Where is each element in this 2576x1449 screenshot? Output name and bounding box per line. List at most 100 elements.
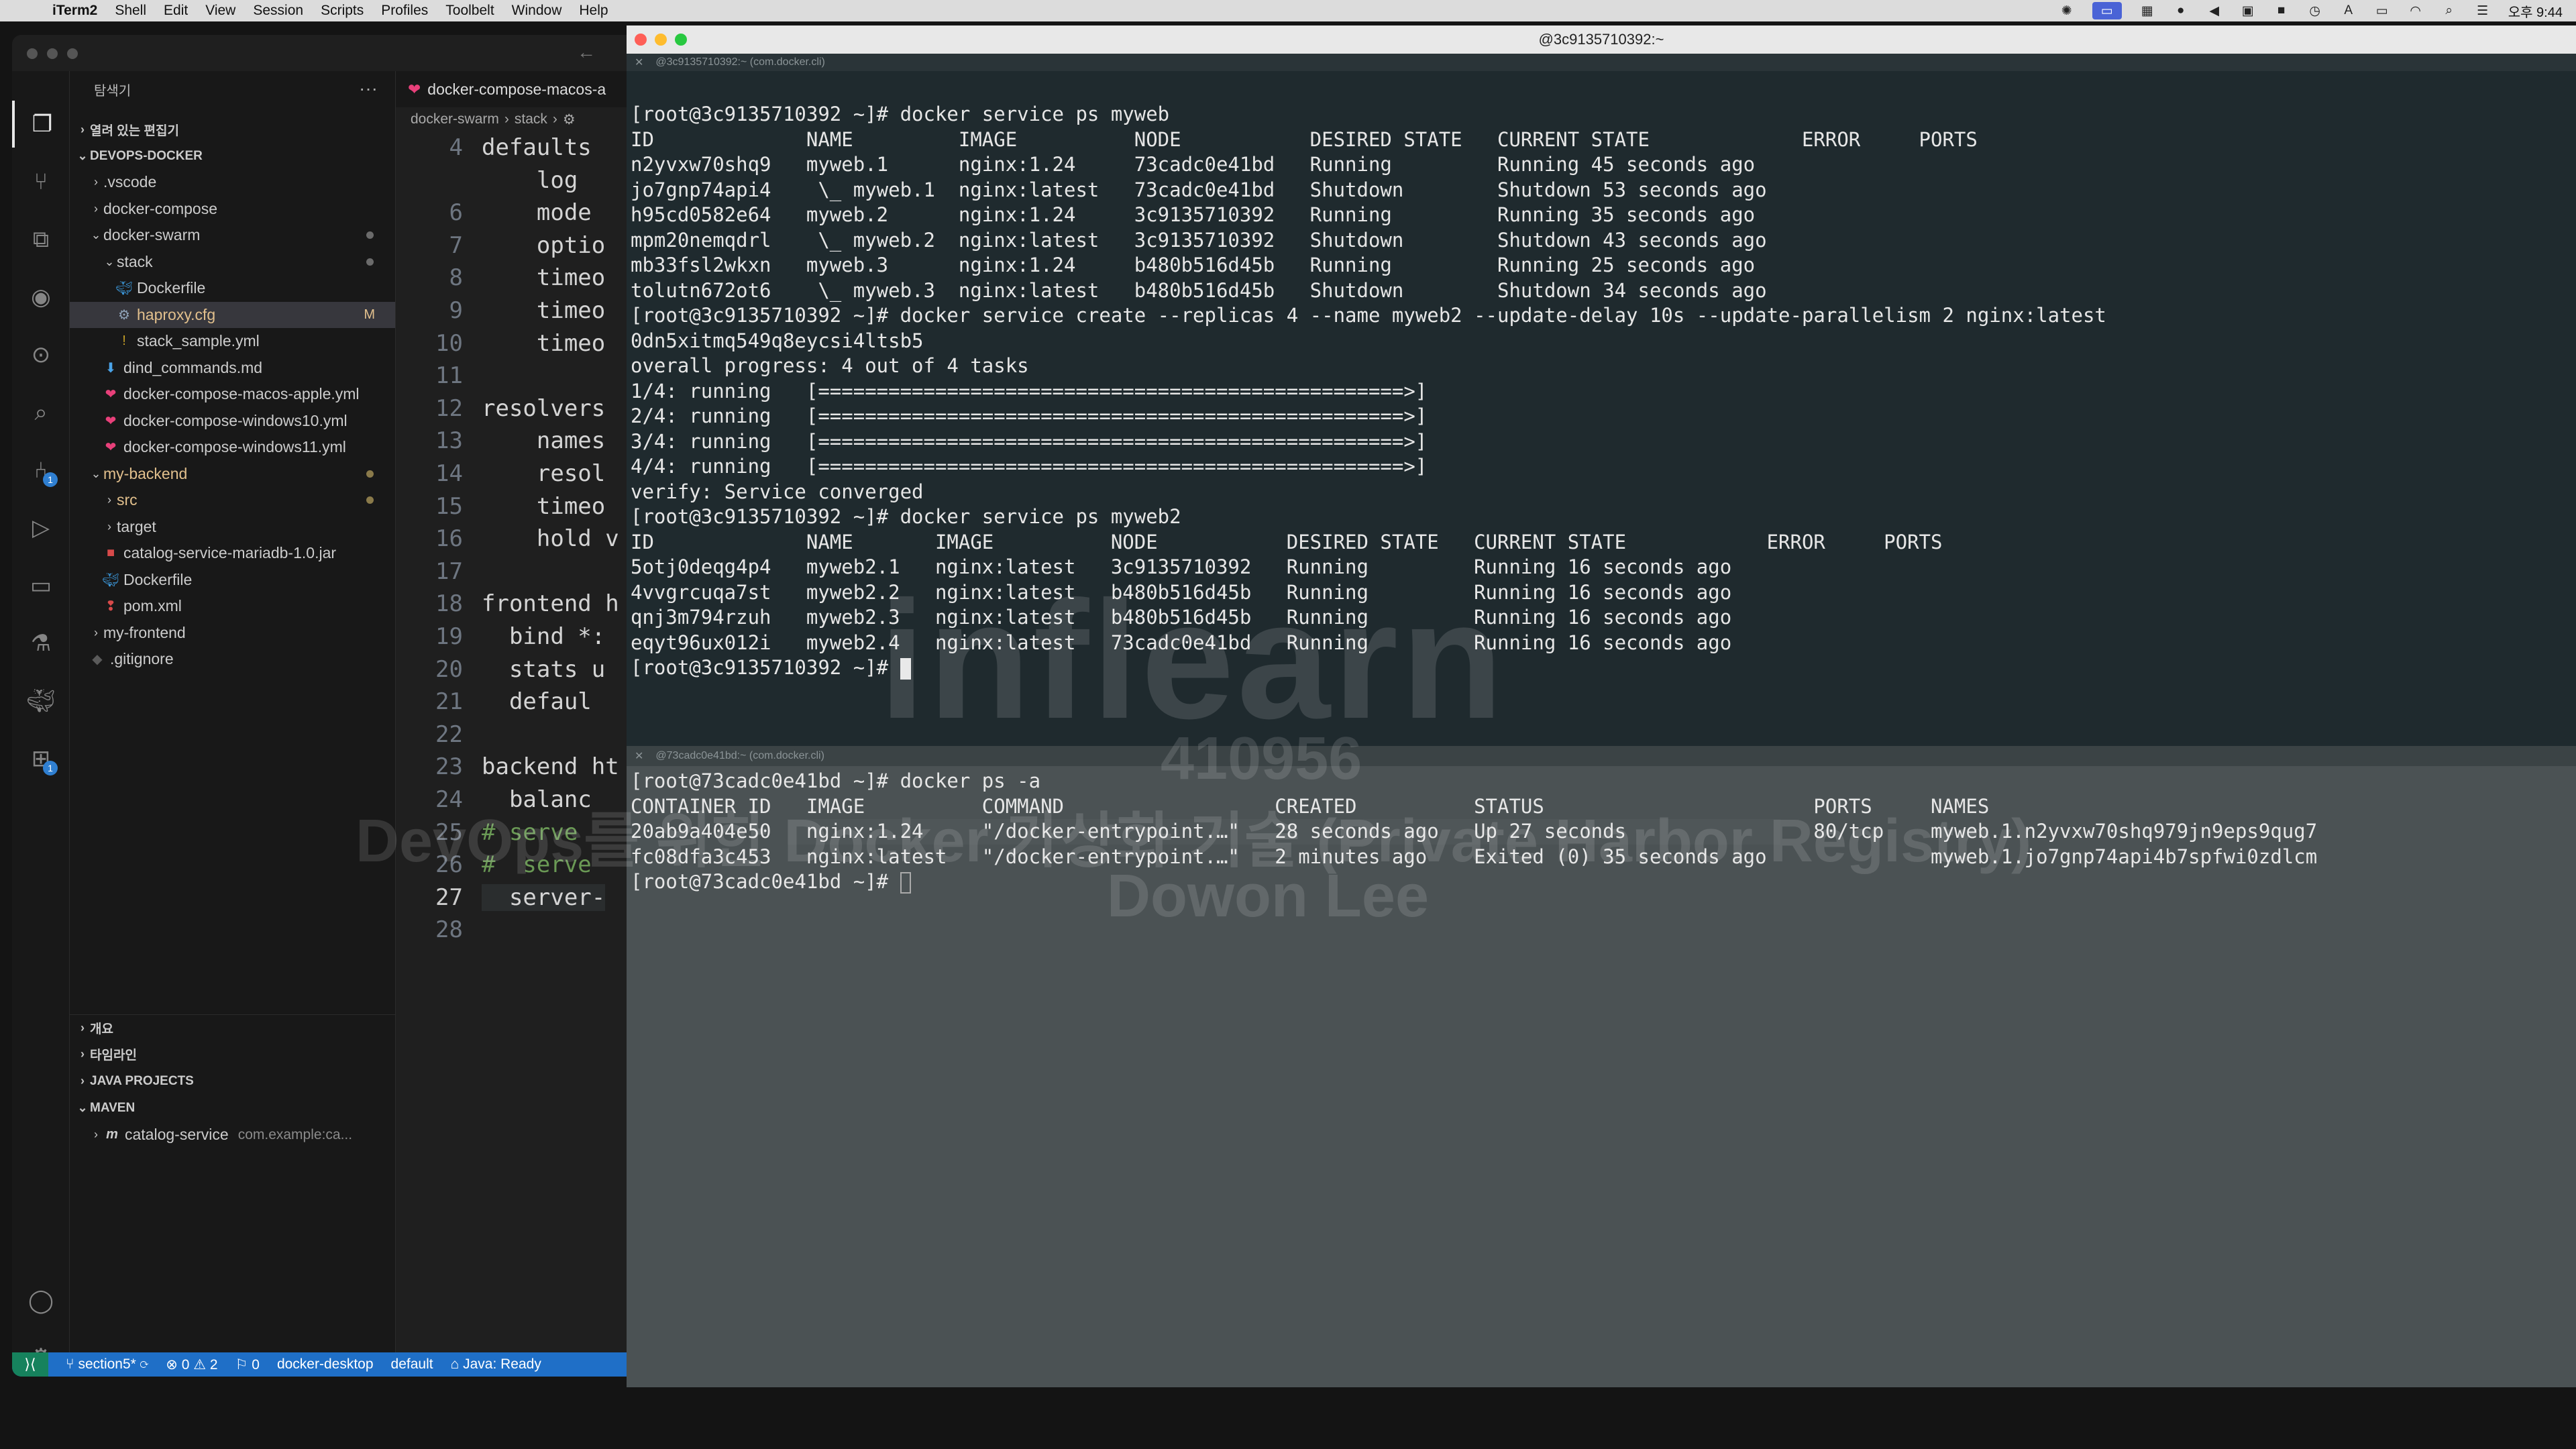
- menu-session[interactable]: Session: [253, 3, 303, 19]
- file-item[interactable]: 🐳︎ Dockerfile: [70, 567, 395, 593]
- menu-app-name[interactable]: iTerm2: [52, 3, 97, 19]
- line-number: 21: [435, 688, 463, 716]
- close-window-button[interactable]: [635, 34, 647, 46]
- terminal-line: ID NAME IMAGE NODE DESIRED STATE CURRENT…: [631, 530, 1943, 553]
- branch-name: section5*: [78, 1356, 136, 1372]
- terminal-pane-top[interactable]: [root@3c9135710392 ~]# docker service ps…: [627, 71, 2576, 746]
- git-status-dot: [366, 496, 374, 504]
- docker-icon[interactable]: 🐳︎: [12, 678, 70, 724]
- menu-view[interactable]: View: [205, 3, 235, 19]
- screen-share-icon[interactable]: ▭: [2092, 2, 2122, 19]
- accounts-icon[interactable]: ◯: [12, 1277, 70, 1324]
- iterm-titlebar: @3c9135710392:~: [627, 25, 2576, 54]
- timeline-section[interactable]: › 타임라인: [70, 1041, 395, 1067]
- time-machine-icon[interactable]: ◷: [2307, 4, 2323, 18]
- menu-window[interactable]: Window: [512, 3, 562, 19]
- terminal-pane-bottom[interactable]: [root@73cadc0e41bd ~]# docker ps -a CONTA…: [627, 766, 2576, 1387]
- file-item[interactable]: ⚙ haproxy.cfg M: [70, 301, 395, 328]
- more-actions-icon[interactable]: ···: [359, 78, 378, 99]
- menu-help[interactable]: Help: [579, 3, 608, 19]
- problems-indicator[interactable]: ⊗ 0 ⚠ 2: [166, 1356, 217, 1373]
- source-control-icon[interactable]: ⑃ 1: [12, 447, 70, 494]
- terminal-line: qnj3m794rzuh myweb2.3 nginx:latest b480b…: [631, 606, 1732, 629]
- camera-icon[interactable]: ▣: [2240, 4, 2256, 18]
- close-pane-icon[interactable]: ✕: [635, 56, 643, 69]
- menu-edit[interactable]: Edit: [164, 3, 188, 19]
- outline-section[interactable]: › 개요: [70, 1014, 395, 1040]
- file-item[interactable]: ❤︎ docker-compose-windows10.yml: [70, 408, 395, 434]
- folder-item[interactable]: › target: [70, 514, 395, 540]
- openai-icon[interactable]: ✺: [2059, 4, 2075, 18]
- chevron-down-icon: ⌄: [77, 1101, 88, 1114]
- menu-shell[interactable]: Shell: [115, 3, 146, 19]
- file-item[interactable]: ■ catalog-service-mariadb-1.0.jar: [70, 540, 395, 566]
- search-icon[interactable]: ⌕: [2441, 3, 2457, 17]
- volume-icon[interactable]: ◀: [2206, 4, 2222, 18]
- wifi-icon[interactable]: ◠: [2408, 4, 2424, 18]
- folder-item[interactable]: ⌄ docker-swarm: [70, 222, 395, 248]
- recording-icon[interactable]: ●: [2173, 3, 2189, 17]
- line-number: 13: [435, 427, 463, 455]
- extensions-icon[interactable]: ⊞ 1: [12, 735, 70, 782]
- remote-window-icon[interactable]: ▭: [12, 562, 70, 609]
- maven-project-item[interactable]: › m catalog-service com.example:ca...: [70, 1122, 395, 1148]
- menu-profiles[interactable]: Profiles: [381, 3, 428, 19]
- k8s-namespace[interactable]: default: [391, 1356, 433, 1373]
- minimize-window-button[interactable]: [47, 48, 58, 59]
- git-graph-icon[interactable]: ⑂: [12, 158, 70, 205]
- line-number: 18: [435, 590, 463, 618]
- minimize-window-button[interactable]: [655, 34, 667, 46]
- input-source-icon[interactable]: A: [2341, 3, 2357, 17]
- folder-item[interactable]: ⌄ my-backend: [70, 461, 395, 487]
- close-window-button[interactable]: [27, 48, 38, 59]
- maven-section[interactable]: ⌄ MAVEN: [70, 1095, 395, 1121]
- menu-scripts[interactable]: Scripts: [321, 3, 364, 19]
- workspace-section[interactable]: ⌄ DEVOPS-DOCKER: [70, 143, 395, 169]
- remote-indicator-icon[interactable]: ⟩⟨: [12, 1352, 48, 1377]
- file-item[interactable]: ⬇ dind_commands.md: [70, 355, 395, 381]
- terminal-prompt[interactable]: [root@73cadc0e41bd ~]#: [631, 869, 911, 895]
- file-item[interactable]: ❢ pom.xml: [70, 593, 395, 619]
- line-number: 16: [435, 525, 463, 553]
- close-pane-icon[interactable]: ✕: [635, 749, 643, 763]
- back-arrow-icon[interactable]: ←: [577, 42, 596, 63]
- file-item[interactable]: ◆ .gitignore: [70, 646, 395, 672]
- menu-toolbelt[interactable]: Toolbelt: [445, 3, 494, 19]
- file-item[interactable]: ❤︎ docker-compose-macos-apple.yml: [70, 381, 395, 407]
- zoom-window-button[interactable]: [675, 34, 687, 46]
- file-item[interactable]: ❤︎ docker-compose-windows11.yml: [70, 434, 395, 460]
- notification-icon[interactable]: ■: [2273, 3, 2290, 17]
- java-projects-section[interactable]: › JAVA PROJECTS: [70, 1068, 395, 1094]
- zoom-window-button[interactable]: [67, 48, 78, 59]
- ports-indicator[interactable]: ⚐ 0: [235, 1356, 260, 1373]
- tree-item-label: stack: [117, 252, 153, 270]
- remote-explorer-icon[interactable]: ⧉: [12, 216, 70, 263]
- branch-indicator[interactable]: ⑂ section5* ⟳: [66, 1356, 148, 1373]
- terminal-prompt[interactable]: [root@3c9135710392 ~]#: [631, 655, 911, 681]
- open-editors-section[interactable]: › 열려 있는 편집기: [70, 117, 395, 143]
- control-center-icon[interactable]: ☰: [2475, 4, 2491, 18]
- folder-item[interactable]: › src: [70, 487, 395, 513]
- file-item[interactable]: ! stack_sample.yml: [70, 328, 395, 354]
- folder-item[interactable]: › docker-compose: [70, 196, 395, 222]
- chevron-right-icon: ›: [107, 493, 111, 506]
- file-item[interactable]: 🐳︎ Dockerfile: [70, 275, 395, 301]
- folder-item[interactable]: › my-frontend: [70, 620, 395, 646]
- docker-icon[interactable]: ▦: [2139, 4, 2155, 18]
- search-icon[interactable]: ⌕: [12, 389, 70, 436]
- pane1-tab[interactable]: ✕ @3c9135710392:~ (com.docker.cli): [627, 54, 2576, 71]
- java-status[interactable]: ⌂ Java: Ready: [451, 1356, 541, 1373]
- extensions-remote-icon[interactable]: ◉: [12, 274, 70, 321]
- docker-context[interactable]: docker-desktop: [277, 1356, 374, 1373]
- editor-tab[interactable]: ❤︎ docker-compose-macos-a: [396, 71, 629, 107]
- folder-item[interactable]: ⌄ stack: [70, 249, 395, 275]
- testing-icon[interactable]: ⚗: [12, 620, 70, 667]
- explorer-icon[interactable]: ❐: [12, 101, 70, 148]
- folder-item[interactable]: › .vscode: [70, 169, 395, 195]
- pane2-tab[interactable]: ✕ @73cadc0e41bd:~ (com.docker.cli): [627, 746, 2576, 766]
- run-debug-icon[interactable]: ▷: [12, 504, 70, 551]
- github-icon[interactable]: ⊙: [12, 331, 70, 378]
- breadcrumb-item[interactable]: stack: [515, 111, 547, 127]
- menubar-clock[interactable]: 오후 9:44: [2508, 1, 2563, 21]
- breadcrumb-item[interactable]: docker-swarm: [411, 111, 499, 127]
